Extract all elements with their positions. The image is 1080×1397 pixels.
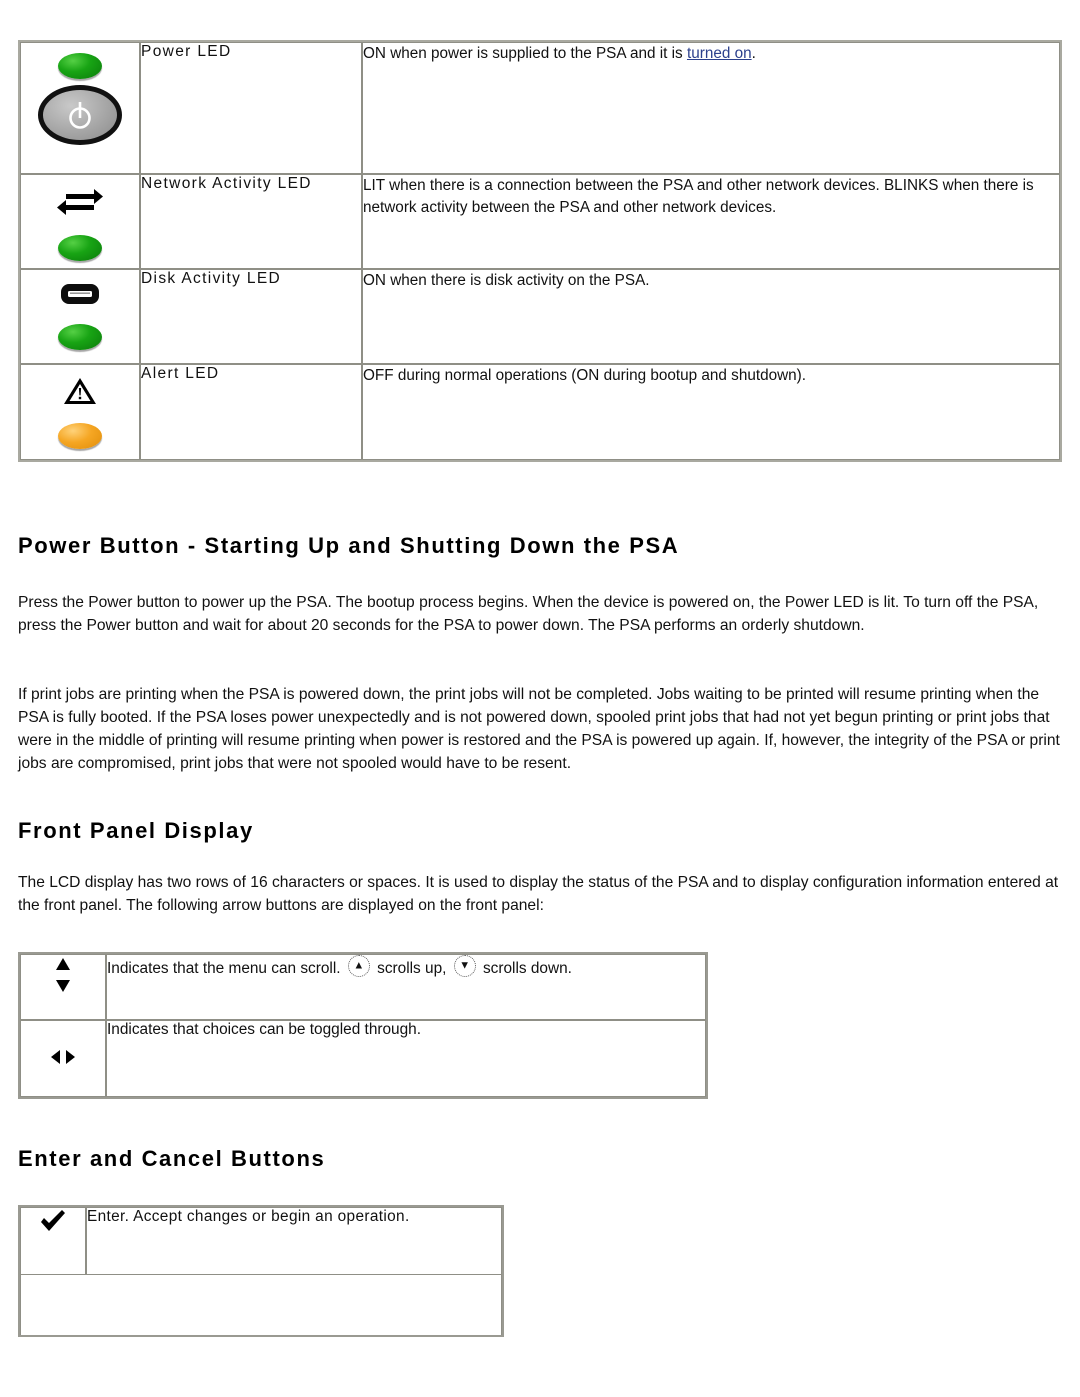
amber-led-indicator — [58, 423, 102, 449]
down-triangle-glyph: ▼ — [459, 959, 471, 972]
enter-cancel-heading: Enter and Cancel Buttons — [18, 1146, 326, 1171]
power-button-paragraph-1: Press the Power button to power up the P… — [18, 594, 1039, 634]
desc-text-before: ON when power is supplied to the PSA and… — [363, 45, 687, 62]
two-way-arrow-glyph — [57, 189, 103, 215]
turned-on-link[interactable]: turned on — [687, 45, 752, 62]
table-row: Power LED ON when power is supplied to t… — [20, 42, 1060, 174]
cancel-icon-cell — [20, 1275, 86, 1335]
document-page: Power LED ON when power is supplied to t… — [0, 0, 1080, 1397]
scroll-down-button-icon[interactable]: ▼ — [453, 955, 476, 977]
alert-led-icon-cell — [20, 364, 140, 460]
green-led-indicator — [58, 53, 102, 79]
desc-text-after: . — [751, 45, 756, 62]
up-triangle-glyph: ▲ — [353, 959, 365, 972]
up-down-arrow-glyph — [56, 958, 70, 992]
network-activity-led-icon — [21, 175, 139, 261]
green-led-indicator — [58, 324, 102, 350]
disk-activity-led-icon — [21, 270, 139, 350]
front-panel-display-heading: Front Panel Display — [18, 818, 254, 843]
scroll-text-part3: scrolls down. — [482, 960, 572, 977]
network-led-description: LIT when there is a connection between t… — [362, 174, 1060, 269]
table-row-partial — [20, 1275, 502, 1335]
network-led-icon-cell — [20, 174, 140, 269]
toggle-description: Indicates that choices can be toggled th… — [106, 1020, 706, 1097]
disk-drive-glyph — [61, 284, 99, 304]
table-row: Network Activity LED LIT when there is a… — [20, 174, 1060, 269]
bidirectional-arrows-icon — [56, 185, 104, 223]
power-button-heading: Power Button - Starting Up and Shutting … — [18, 533, 680, 558]
left-right-arrow-icon — [21, 1021, 105, 1072]
disk-led-icon-cell — [20, 269, 140, 364]
enter-cancel-table: Enter. Accept changes or begin an operat… — [18, 1205, 504, 1337]
power-button-shape — [38, 85, 122, 145]
up-down-arrow-icon-cell — [20, 954, 106, 1020]
scroll-text-part1: Indicates that the menu can scroll. — [107, 960, 341, 977]
checkmark-icon — [21, 1208, 85, 1241]
led-indicator-table: Power LED ON when power is supplied to t… — [18, 40, 1062, 462]
up-down-arrow-icon — [21, 955, 105, 1000]
table-row: Indicates that choices can be toggled th… — [20, 1020, 706, 1097]
left-right-arrow-icon-cell — [20, 1020, 106, 1097]
warning-triangle-glyph — [64, 378, 96, 404]
network-led-label: Network Activity LED — [140, 174, 362, 269]
left-right-arrow-glyph — [51, 1050, 75, 1064]
power-led-label: Power LED — [140, 42, 362, 174]
enter-description: Enter. Accept changes or begin an operat… — [86, 1207, 502, 1275]
disk-led-description: ON when there is disk activity on the PS… — [362, 269, 1060, 364]
alert-led-label: Alert LED — [140, 364, 362, 460]
arrow-buttons-table: Indicates that the menu can scroll. ▲ sc… — [18, 952, 708, 1099]
disk-drive-icon — [59, 280, 101, 312]
power-led-description: ON when power is supplied to the PSA and… — [362, 42, 1060, 174]
disk-led-label: Disk Activity LED — [140, 269, 362, 364]
power-button-paragraph-2: If print jobs are printing when the PSA … — [18, 686, 1060, 772]
alert-led-icon — [21, 365, 139, 449]
table-row: Alert LED OFF during normal operations (… — [20, 364, 1060, 460]
enter-icon-cell — [20, 1207, 86, 1275]
table-row: Enter. Accept changes or begin an operat… — [20, 1207, 502, 1275]
green-led-indicator — [58, 235, 102, 261]
table-row: Disk Activity LED ON when there is disk … — [20, 269, 1060, 364]
checkmark-glyph — [41, 1210, 65, 1231]
power-button-led-icon — [21, 43, 139, 145]
front-panel-paragraph: The LCD display has two rows of 16 chara… — [18, 874, 1059, 914]
scroll-up-button-icon[interactable]: ▲ — [347, 955, 370, 977]
scroll-text-part2: scrolls up, — [377, 960, 447, 977]
warning-triangle-icon — [62, 375, 98, 411]
table-row: Indicates that the menu can scroll. ▲ sc… — [20, 954, 706, 1020]
power-led-icon-cell — [20, 42, 140, 174]
alert-led-description: OFF during normal operations (ON during … — [362, 364, 1060, 460]
scroll-description: Indicates that the menu can scroll. ▲ sc… — [106, 954, 706, 1020]
cancel-description — [86, 1275, 502, 1335]
power-symbol-icon — [69, 102, 91, 129]
